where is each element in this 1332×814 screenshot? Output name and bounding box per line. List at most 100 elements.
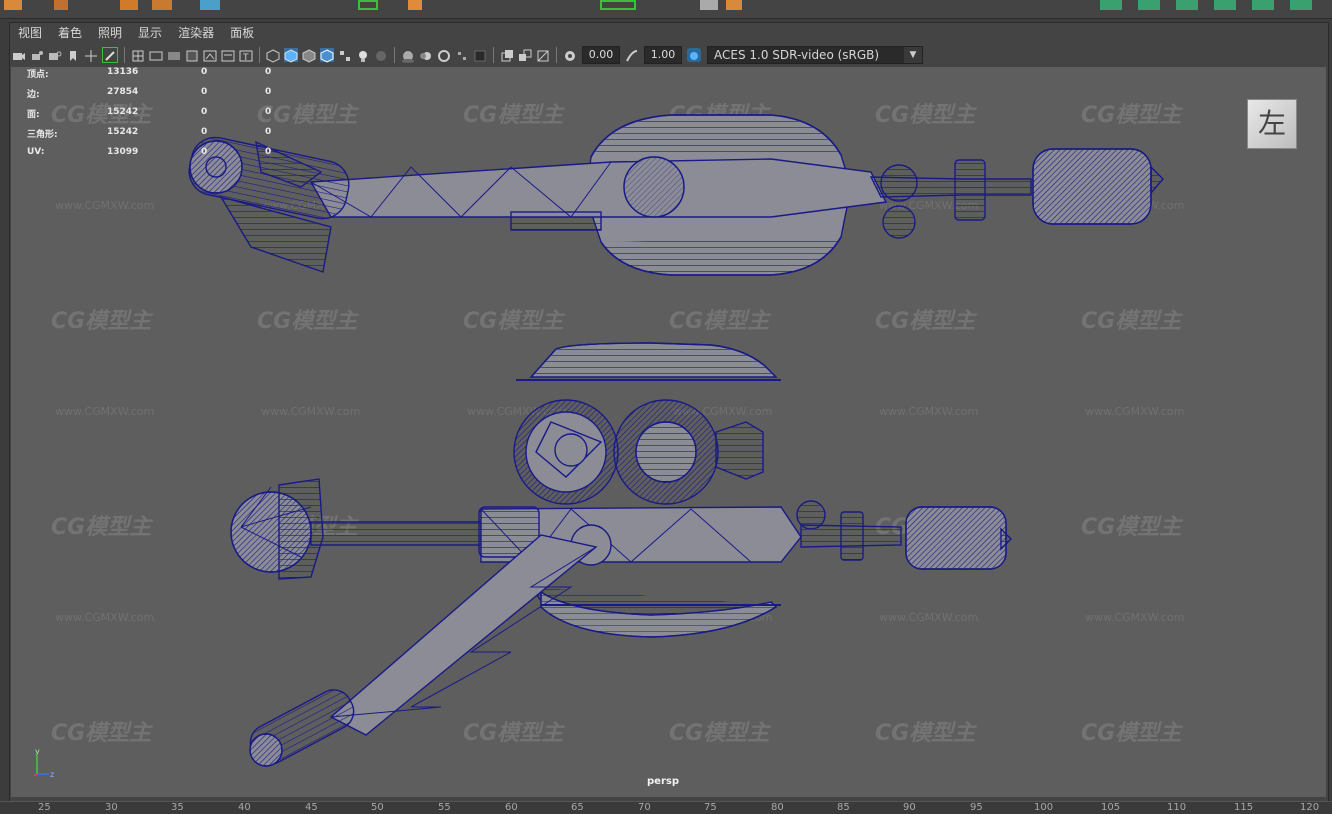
depth-of-field-icon[interactable] [455, 48, 469, 62]
shelf-icon[interactable] [408, 0, 422, 10]
chevron-down-icon[interactable]: ▼ [904, 47, 922, 63]
exposure-field[interactable]: 0.00 [582, 46, 620, 64]
shelf-icon[interactable] [726, 0, 742, 10]
camera-lock-icon[interactable] [30, 48, 44, 62]
svg-text:T: T [242, 53, 249, 63]
ruler-tick: 115 [1234, 802, 1254, 813]
ruler-tick: 80 [771, 802, 784, 813]
hud-value: 15242 [107, 127, 139, 137]
shelf-icon[interactable] [120, 0, 138, 10]
toolbar-separator [259, 47, 260, 63]
y-axis-label: y [35, 747, 40, 756]
view-cube[interactable]: 左 [1247, 99, 1297, 149]
field-chart-icon[interactable] [203, 48, 217, 62]
hud-value: 13136 [107, 67, 139, 77]
isolate-select-icon[interactable] [473, 48, 487, 62]
panel-menu-bar: 视图 着色 照明 显示 渲染器 面板 [10, 23, 1326, 43]
hud-components: 0 [265, 127, 272, 137]
hud-selected: 0 [201, 87, 208, 97]
shelf-icon[interactable] [152, 0, 172, 10]
resolution-gate-icon[interactable] [167, 48, 181, 62]
xray-icon[interactable] [500, 48, 514, 62]
grid-icon[interactable] [131, 48, 145, 62]
drill-bottom-assembly[interactable] [230, 478, 1012, 770]
ruler-tick: 85 [837, 802, 850, 813]
safe-title-icon[interactable]: T [239, 48, 253, 63]
shelf-icon[interactable] [600, 0, 636, 10]
ruler-tick: 25 [38, 802, 51, 813]
backface-culling-icon[interactable] [536, 48, 550, 62]
drill-top-assembly[interactable] [185, 114, 1164, 276]
ruler-tick: 35 [171, 802, 184, 813]
shelf-icon[interactable] [700, 0, 718, 10]
camera-attributes-icon[interactable] [48, 48, 62, 62]
toolbar-separator [394, 47, 395, 63]
gamma-field[interactable]: 1.00 [644, 46, 682, 64]
3d-viewport[interactable]: CG模型主 CG模型主 CG模型主 CG模型主 CG模型主 CG模型主 www.… [11, 67, 1326, 797]
menu-view[interactable]: 视图 [10, 23, 50, 43]
shelf-icon[interactable] [1214, 0, 1236, 10]
ruler-tick: 40 [238, 802, 251, 813]
ruler-tick: 50 [371, 802, 384, 813]
shelf-icon[interactable] [1290, 0, 1312, 10]
motion-blur-icon[interactable] [419, 48, 433, 62]
ruler-tick: 30 [105, 802, 118, 813]
shelf-icon[interactable] [1176, 0, 1198, 10]
default-material-icon[interactable] [302, 48, 316, 63]
view-transform-select[interactable]: ACES 1.0 SDR-video (sRGB) ▼ [707, 46, 923, 64]
menu-panels[interactable]: 面板 [222, 23, 262, 43]
shadows-icon[interactable] [374, 48, 388, 62]
gear-parts[interactable] [513, 342, 781, 505]
use-lights-icon[interactable] [356, 48, 370, 62]
hand-drill-model[interactable] [11, 67, 1326, 797]
anti-aliasing-icon[interactable] [437, 48, 451, 62]
shelf-icon[interactable] [1100, 0, 1122, 10]
toolbar-separator [124, 47, 125, 63]
shelf-icon[interactable] [4, 0, 22, 10]
menu-shading[interactable]: 着色 [50, 23, 90, 43]
textured-icon[interactable] [338, 48, 352, 62]
gamma-icon[interactable] [625, 48, 639, 62]
ruler-tick: 95 [970, 802, 983, 813]
shelf-icon[interactable] [1252, 0, 1274, 10]
wireframe-icon[interactable] [266, 48, 280, 63]
film-gate-icon[interactable] [149, 48, 163, 62]
ruler-tick: 65 [571, 802, 584, 813]
hud-value: 15242 [107, 107, 139, 117]
hud-label: 三角形: [27, 130, 58, 140]
time-slider-ruler[interactable]: 25 30 35 40 45 50 55 60 65 70 75 80 85 9… [0, 801, 1332, 814]
ruler-tick: 55 [438, 802, 451, 813]
exposure-icon[interactable] [563, 48, 577, 62]
gate-mask-icon[interactable] [185, 48, 199, 62]
shelf-strip [0, 0, 1332, 19]
wireframe-on-shaded-icon[interactable] [320, 48, 334, 63]
ruler-tick: 100 [1034, 802, 1054, 813]
xray-joints-icon[interactable] [518, 48, 532, 62]
hud-selected: 0 [201, 127, 208, 137]
toolbar-separator [493, 47, 494, 63]
bookmark-icon[interactable] [66, 48, 80, 62]
ruler-tick: 60 [505, 802, 518, 813]
hud-label: 顶点: [27, 70, 49, 80]
hud-label: 边: [27, 90, 40, 100]
shelf-icon[interactable] [54, 0, 68, 10]
smooth-shade-icon[interactable] [284, 48, 298, 63]
menu-show[interactable]: 显示 [130, 23, 170, 43]
axis-gizmo: y z [33, 747, 54, 779]
grease-pencil-icon[interactable] [102, 47, 118, 63]
hud-components: 0 [265, 67, 272, 77]
shelf-icon[interactable] [358, 0, 378, 10]
safe-action-icon[interactable] [221, 48, 235, 62]
shelf-icon[interactable] [1138, 0, 1160, 10]
menu-renderer[interactable]: 渲染器 [170, 23, 222, 43]
hud-value: 13099 [107, 147, 139, 157]
menu-lighting[interactable]: 照明 [90, 23, 130, 43]
ruler-tick: 110 [1167, 802, 1187, 813]
image-plane-icon[interactable] [84, 48, 98, 62]
shelf-icon[interactable] [200, 0, 220, 10]
ruler-tick: 90 [903, 802, 916, 813]
ambient-occlusion-icon[interactable] [401, 48, 415, 63]
camera-select-icon[interactable] [12, 48, 26, 62]
hud-label: 面: [27, 110, 40, 120]
color-management-icon[interactable] [687, 48, 701, 62]
